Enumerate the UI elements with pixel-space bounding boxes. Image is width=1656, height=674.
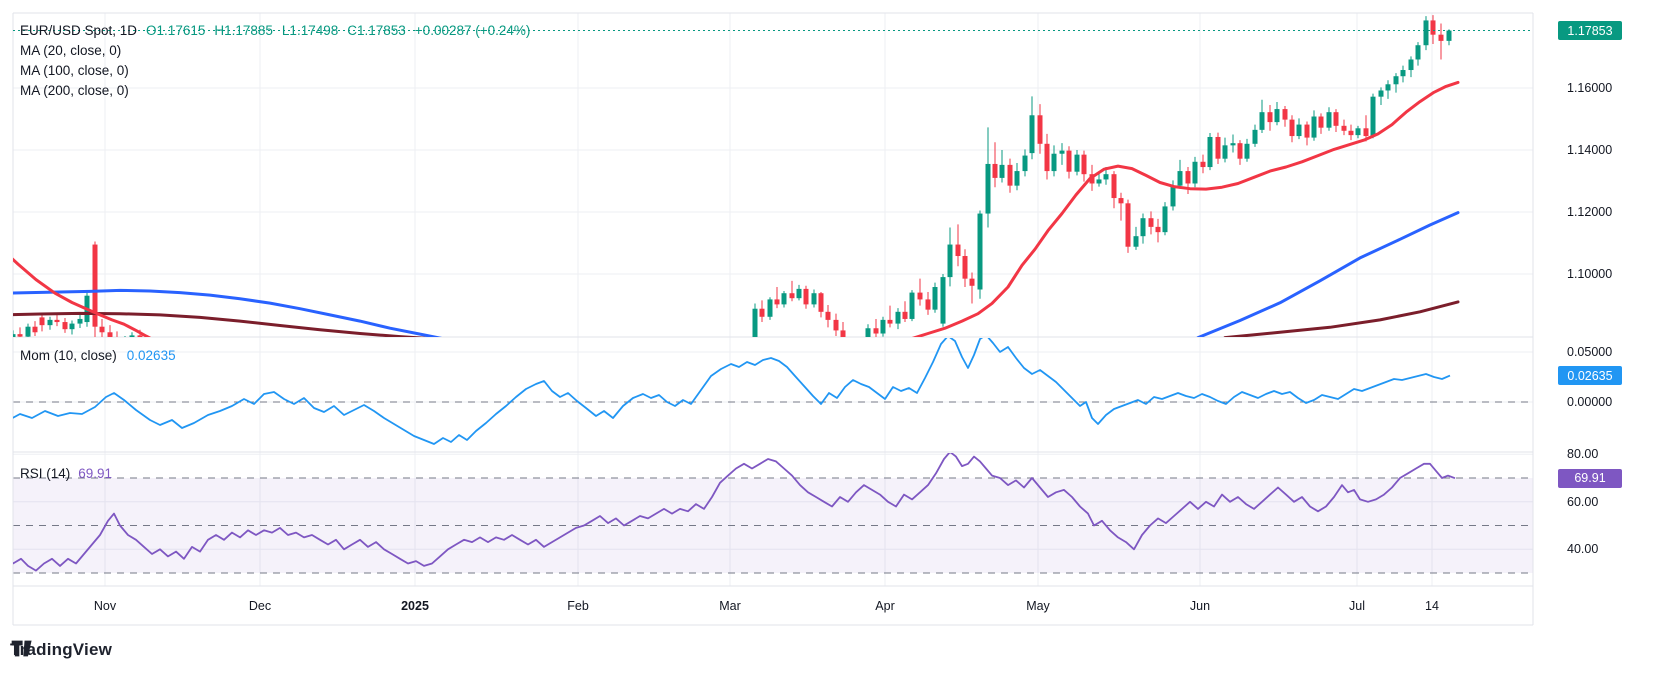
price-tick-label: 1.10000: [1567, 267, 1612, 281]
momentum-badge: 0.02635: [1558, 366, 1622, 385]
rsi-label: RSI (14): [20, 466, 70, 481]
time-tick-label: 14: [1425, 599, 1439, 613]
time-tick-label: Jul: [1349, 599, 1365, 613]
momentum-line: [5, 335, 1450, 444]
rsi-badge: 69.91: [1558, 469, 1622, 488]
ohlc-close: C1.17853: [347, 23, 406, 38]
symbol-title[interactable]: EUR/USD Spot, 1D: [20, 23, 137, 38]
chart-canvas[interactable]: [0, 0, 1656, 674]
time-tick-label: Apr: [875, 599, 894, 613]
rsi-value: 69.91: [78, 466, 112, 481]
ohlc-open: O1.17615: [146, 23, 205, 38]
change-label: +0.00287 (+0.24%): [415, 23, 531, 38]
tradingview-logo[interactable]: TradingView: [10, 640, 112, 660]
time-tick-label: Mar: [719, 599, 741, 613]
rsi-tick-label: 60.00: [1567, 495, 1598, 509]
ma20-legend[interactable]: MA (20, close, 0): [20, 41, 539, 61]
ma-20-line: [0, 82, 1458, 339]
rsi-tick-label: 40.00: [1567, 542, 1598, 556]
price-tick-label: 1.14000: [1567, 143, 1612, 157]
rsi-tick-label: 80.00: [1567, 447, 1598, 461]
ohlc-low: L1.17498: [282, 23, 338, 38]
price-tick-label: 1.16000: [1567, 81, 1612, 95]
momentum-tick-label: 0.00000: [1567, 395, 1612, 409]
tradingview-chart: EUR/USD Spot, 1D O1.17615 H1.17885 L1.17498…: [0, 0, 1656, 674]
tradingview-logo-icon: [10, 640, 34, 657]
main-legend: EUR/USD Spot, 1D O1.17615 H1.17885 L1.17498…: [20, 21, 539, 101]
rsi-legend[interactable]: RSI (14) 69.91: [20, 466, 112, 481]
price-tick-label: 1.12000: [1567, 205, 1612, 219]
time-tick-label: 2025: [401, 599, 429, 613]
time-tick-label: Feb: [567, 599, 589, 613]
momentum-value: 0.02635: [127, 348, 176, 363]
time-tick-label: Nov: [94, 599, 116, 613]
ma200-legend[interactable]: MA (200, close, 0): [20, 81, 539, 101]
time-tick-label: May: [1026, 599, 1050, 613]
momentum-label: Mom (10, close): [20, 348, 117, 363]
ohlc-high: H1.17885: [214, 23, 273, 38]
time-tick-label: Jun: [1190, 599, 1210, 613]
time-tick-label: Dec: [249, 599, 271, 613]
momentum-legend[interactable]: Mom (10, close) 0.02635: [20, 348, 176, 363]
momentum-tick-label: 0.05000: [1567, 345, 1612, 359]
ma100-legend[interactable]: MA (100, close, 0): [20, 61, 539, 81]
last-price-badge: 1.17853: [1558, 21, 1622, 40]
